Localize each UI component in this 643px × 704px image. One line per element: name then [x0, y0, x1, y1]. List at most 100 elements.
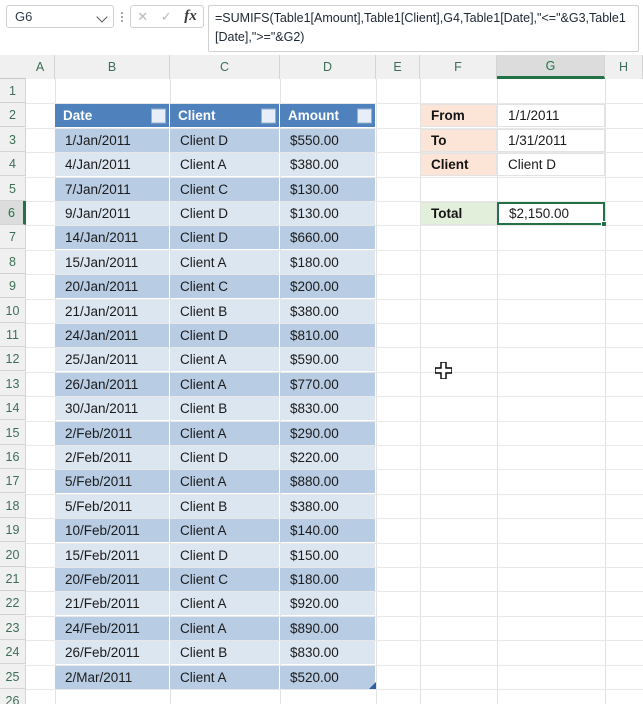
- sheet-canvas[interactable]: Date Client Amount 1/Jan/2011 Client D $550.0…: [26, 79, 643, 704]
- table-cell[interactable]: 21/Feb/2011: [55, 592, 170, 615]
- table-cell[interactable]: $890.00: [280, 617, 376, 640]
- table-cell[interactable]: $140.00: [280, 519, 376, 542]
- table-cell[interactable]: $200.00: [280, 275, 376, 298]
- table-cell[interactable]: $220.00: [280, 446, 376, 469]
- table-cell[interactable]: $180.00: [280, 568, 376, 591]
- table-cell[interactable]: Client B: [170, 300, 280, 323]
- row-header-23[interactable]: 23: [0, 616, 26, 640]
- table-cell[interactable]: $130.00: [280, 202, 376, 225]
- table-cell[interactable]: 24/Feb/2011: [55, 617, 170, 640]
- table-cell[interactable]: Client D: [170, 324, 280, 347]
- table-cell[interactable]: 20/Feb/2011: [55, 568, 170, 591]
- table-cell[interactable]: 2/Feb/2011: [55, 446, 170, 469]
- table-cell[interactable]: 9/Jan/2011: [55, 202, 170, 225]
- row-header-11[interactable]: 11: [0, 323, 26, 347]
- fill-handle[interactable]: [601, 221, 607, 227]
- chevron-down-icon[interactable]: [97, 11, 109, 23]
- table-cell[interactable]: $550.00: [280, 129, 376, 152]
- enter-check-icon[interactable]: ✓: [161, 10, 172, 23]
- table-cell[interactable]: Client A: [170, 617, 280, 640]
- table-cell[interactable]: 7/Jan/2011: [55, 178, 170, 201]
- row-header-18[interactable]: 18: [0, 494, 26, 518]
- row-header-21[interactable]: 21: [0, 567, 26, 591]
- table-cell[interactable]: 15/Feb/2011: [55, 544, 170, 567]
- row-header-17[interactable]: 17: [0, 469, 26, 493]
- table-cell[interactable]: Client A: [170, 470, 280, 493]
- table-cell[interactable]: Client D: [170, 544, 280, 567]
- name-box[interactable]: G6: [6, 5, 114, 28]
- table-cell[interactable]: 5/Feb/2011: [55, 470, 170, 493]
- column-header-b[interactable]: B: [55, 55, 170, 79]
- table-cell[interactable]: 4/Jan/2011: [55, 153, 170, 176]
- filter-dropdown-icon[interactable]: [151, 108, 166, 123]
- table-cell[interactable]: $770.00: [280, 373, 376, 396]
- row-header-14[interactable]: 14: [0, 396, 26, 420]
- row-header-4[interactable]: 4: [0, 152, 26, 176]
- row-header-20[interactable]: 20: [0, 543, 26, 567]
- criteria-label-from[interactable]: From: [420, 104, 497, 127]
- row-header-10[interactable]: 10: [0, 299, 26, 323]
- table-cell[interactable]: Client D: [170, 226, 280, 249]
- table-cell[interactable]: $810.00: [280, 324, 376, 347]
- table-cell[interactable]: $830.00: [280, 641, 376, 664]
- row-header-12[interactable]: 12: [0, 347, 26, 371]
- table-cell[interactable]: $150.00: [280, 544, 376, 567]
- formula-bar-options-icon[interactable]: [116, 5, 128, 28]
- table-cell[interactable]: Client A: [170, 519, 280, 542]
- table-cell[interactable]: Client C: [170, 275, 280, 298]
- row-header-15[interactable]: 15: [0, 421, 26, 445]
- table-header-amount[interactable]: Amount: [280, 104, 376, 127]
- row-header-8[interactable]: 8: [0, 250, 26, 274]
- table-cell[interactable]: Client A: [170, 153, 280, 176]
- criteria-value-to[interactable]: 1/31/2011: [497, 129, 605, 152]
- table-cell[interactable]: Client C: [170, 568, 280, 591]
- table-cell[interactable]: 26/Feb/2011: [55, 641, 170, 664]
- column-header-h[interactable]: H: [605, 55, 643, 79]
- table-cell[interactable]: $380.00: [280, 300, 376, 323]
- table-cell[interactable]: 26/Jan/2011: [55, 373, 170, 396]
- table-cell[interactable]: 10/Feb/2011: [55, 519, 170, 542]
- table-cell[interactable]: Client B: [170, 397, 280, 420]
- column-header-g[interactable]: G: [497, 55, 605, 79]
- table-cell[interactable]: $830.00: [280, 397, 376, 420]
- table-cell[interactable]: $880.00: [280, 470, 376, 493]
- cancel-x-icon[interactable]: ✕: [137, 10, 148, 23]
- table-cell[interactable]: $380.00: [280, 495, 376, 518]
- table-cell[interactable]: 1/Jan/2011: [55, 129, 170, 152]
- table-cell[interactable]: $180.00: [280, 251, 376, 274]
- row-header-9[interactable]: 9: [0, 274, 26, 298]
- table-cell[interactable]: 2/Feb/2011: [55, 422, 170, 445]
- row-header-3[interactable]: 3: [0, 128, 26, 152]
- table-cell[interactable]: $380.00: [280, 153, 376, 176]
- row-header-2[interactable]: 2: [0, 103, 26, 127]
- table-cell[interactable]: $130.00: [280, 178, 376, 201]
- criteria-label-to[interactable]: To: [420, 129, 497, 152]
- column-header-f[interactable]: F: [420, 55, 497, 79]
- column-header-c[interactable]: C: [170, 55, 280, 79]
- row-header-25[interactable]: 25: [0, 665, 26, 689]
- table-cell[interactable]: Client D: [170, 129, 280, 152]
- table-cell[interactable]: $590.00: [280, 348, 376, 371]
- table-cell[interactable]: 30/Jan/2011: [55, 397, 170, 420]
- table-resize-handle[interactable]: [369, 682, 376, 689]
- filter-dropdown-icon[interactable]: [261, 108, 276, 123]
- row-header-16[interactable]: 16: [0, 445, 26, 469]
- column-header-e[interactable]: E: [376, 55, 420, 79]
- table-cell[interactable]: Client D: [170, 446, 280, 469]
- row-header-19[interactable]: 19: [0, 518, 26, 542]
- row-header-22[interactable]: 22: [0, 591, 26, 615]
- row-header-13[interactable]: 13: [0, 372, 26, 396]
- table-cell[interactable]: $920.00: [280, 592, 376, 615]
- table-header-client[interactable]: Client: [170, 104, 280, 127]
- row-header-5[interactable]: 5: [0, 177, 26, 201]
- table-cell[interactable]: 15/Jan/2011: [55, 251, 170, 274]
- criteria-label-client[interactable]: Client: [420, 153, 497, 176]
- table-cell[interactable]: 14/Jan/2011: [55, 226, 170, 249]
- table-cell[interactable]: Client C: [170, 178, 280, 201]
- table-cell[interactable]: 20/Jan/2011: [55, 275, 170, 298]
- row-header-6[interactable]: 6: [0, 201, 26, 225]
- row-header-1[interactable]: 1: [0, 79, 26, 103]
- table-cell[interactable]: $290.00: [280, 422, 376, 445]
- table-cell[interactable]: 5/Feb/2011: [55, 495, 170, 518]
- total-value-cell-g6[interactable]: $2,150.00: [497, 202, 605, 225]
